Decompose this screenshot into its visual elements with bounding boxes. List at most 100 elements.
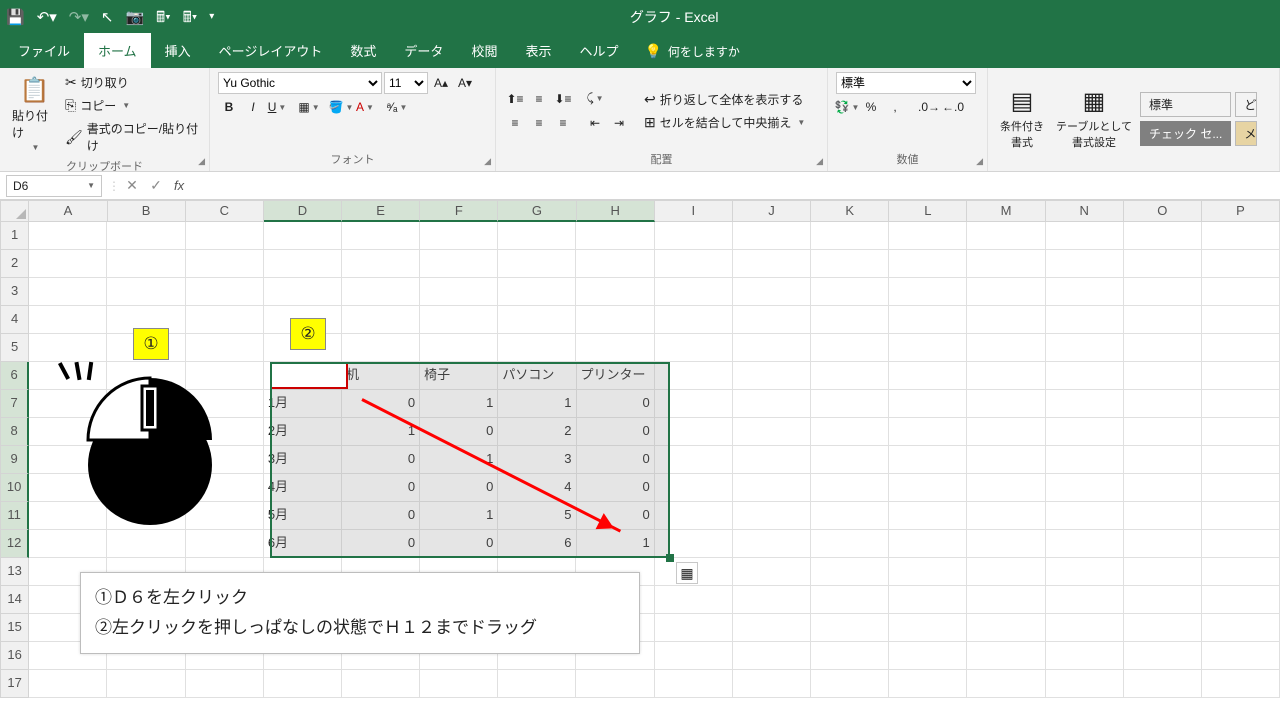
cell-H3[interactable]: [576, 278, 654, 306]
cell-O1[interactable]: [1124, 222, 1202, 250]
format-as-table-button[interactable]: ▦テーブルとして 書式設定: [1052, 85, 1136, 152]
cell-O7[interactable]: [1124, 390, 1202, 418]
cell-I15[interactable]: [655, 614, 733, 642]
cell-B2[interactable]: [107, 250, 185, 278]
cell-P9[interactable]: [1202, 446, 1280, 474]
fill-handle[interactable]: [666, 554, 674, 562]
cell-N14[interactable]: [1046, 586, 1124, 614]
col-header-D[interactable]: D: [264, 200, 342, 222]
cell-P5[interactable]: [1202, 334, 1280, 362]
cell-F4[interactable]: [420, 306, 498, 334]
cell-O15[interactable]: [1124, 614, 1202, 642]
cell-B1[interactable]: [107, 222, 185, 250]
row-header-2[interactable]: 2: [0, 250, 29, 278]
cell-H10[interactable]: 0: [577, 474, 655, 502]
cell-E1[interactable]: [342, 222, 420, 250]
cell-M4[interactable]: [967, 306, 1045, 334]
cell-N7[interactable]: [1046, 390, 1124, 418]
fx-icon[interactable]: fx: [168, 178, 190, 193]
cell-M14[interactable]: [967, 586, 1045, 614]
comma-icon[interactable]: ,: [884, 96, 906, 118]
cell-P14[interactable]: [1202, 586, 1280, 614]
cell-N15[interactable]: [1046, 614, 1124, 642]
cell-D10[interactable]: 4月: [264, 474, 342, 502]
font-name-select[interactable]: Yu Gothic: [218, 72, 382, 94]
cell-C12[interactable]: [186, 530, 264, 558]
cell-F8[interactable]: 0: [420, 418, 498, 446]
col-header-H[interactable]: H: [577, 200, 655, 222]
cell-G8[interactable]: 2: [498, 418, 576, 446]
cell-K6[interactable]: [811, 362, 889, 390]
cell-E12[interactable]: 0: [342, 530, 420, 558]
cell-O14[interactable]: [1124, 586, 1202, 614]
cell-L9[interactable]: [889, 446, 967, 474]
cell-I16[interactable]: [655, 642, 733, 670]
cell-N11[interactable]: [1046, 502, 1124, 530]
row-header-13[interactable]: 13: [0, 558, 29, 586]
cell-P1[interactable]: [1202, 222, 1280, 250]
cell-F10[interactable]: 0: [420, 474, 498, 502]
tab-formulas[interactable]: 数式: [336, 33, 390, 68]
cell-C5[interactable]: [186, 334, 264, 362]
cell-H9[interactable]: 0: [577, 446, 655, 474]
cell-L2[interactable]: [889, 250, 967, 278]
cell-G11[interactable]: 5: [498, 502, 576, 530]
cancel-formula-icon[interactable]: ✕: [120, 177, 144, 194]
cell-N4[interactable]: [1046, 306, 1124, 334]
cell-L4[interactable]: [889, 306, 967, 334]
bold-button[interactable]: B: [218, 96, 240, 118]
font-color-button[interactable]: A▼: [354, 96, 376, 118]
cell-J16[interactable]: [733, 642, 811, 670]
cell-F12[interactable]: 0: [420, 530, 498, 558]
cell-K17[interactable]: [811, 670, 889, 698]
style-normal[interactable]: 標準: [1140, 92, 1231, 117]
cell-G1[interactable]: [498, 222, 576, 250]
indent-dec-icon[interactable]: ⇤: [584, 112, 606, 134]
col-header-M[interactable]: M: [967, 200, 1045, 222]
cell-M9[interactable]: [967, 446, 1045, 474]
calc2-icon[interactable]: 🖩▾: [183, 10, 198, 25]
format-painter-button[interactable]: 🖌書式のコピー/貼り付け: [65, 118, 201, 156]
cell-C3[interactable]: [186, 278, 264, 306]
cell-K7[interactable]: [811, 390, 889, 418]
cell-N10[interactable]: [1046, 474, 1124, 502]
cell-N2[interactable]: [1046, 250, 1124, 278]
cell-L7[interactable]: [889, 390, 967, 418]
copy-button[interactable]: ⎘コピー▼: [65, 95, 201, 116]
undo-icon[interactable]: ↶▾: [37, 10, 57, 25]
col-header-N[interactable]: N: [1046, 200, 1124, 222]
cell-K16[interactable]: [811, 642, 889, 670]
col-header-L[interactable]: L: [889, 200, 967, 222]
phonetic-button[interactable]: ᵃ⁄ₐ▼: [386, 96, 408, 118]
cell-N17[interactable]: [1046, 670, 1124, 698]
row-header-12[interactable]: 12: [0, 530, 29, 558]
cell-E2[interactable]: [342, 250, 420, 278]
cell-O10[interactable]: [1124, 474, 1202, 502]
cell-G9[interactable]: 3: [498, 446, 576, 474]
cell-J17[interactable]: [733, 670, 811, 698]
dec-decimal-icon[interactable]: ←.0: [942, 96, 964, 118]
cell-M11[interactable]: [967, 502, 1045, 530]
wrap-text-button[interactable]: ↩折り返して全体を表示する: [644, 89, 805, 110]
cell-L13[interactable]: [889, 558, 967, 586]
italic-button[interactable]: I: [242, 96, 264, 118]
cell-J3[interactable]: [733, 278, 811, 306]
cell-J8[interactable]: [733, 418, 811, 446]
cell-M8[interactable]: [967, 418, 1045, 446]
fill-color-button[interactable]: 🪣▼: [330, 96, 352, 118]
cell-H5[interactable]: [576, 334, 654, 362]
select-all-button[interactable]: [0, 200, 29, 222]
cell-J9[interactable]: [733, 446, 811, 474]
cell-G2[interactable]: [498, 250, 576, 278]
row-header-4[interactable]: 4: [0, 306, 29, 334]
cell-H4[interactable]: [576, 306, 654, 334]
cell-O6[interactable]: [1124, 362, 1202, 390]
cell-N8[interactable]: [1046, 418, 1124, 446]
underline-button[interactable]: U▼: [266, 96, 288, 118]
cell-I11[interactable]: [655, 502, 733, 530]
cell-O16[interactable]: [1124, 642, 1202, 670]
style-more[interactable]: ど: [1235, 92, 1257, 117]
cell-J14[interactable]: [733, 586, 811, 614]
cell-L6[interactable]: [889, 362, 967, 390]
cell-J7[interactable]: [733, 390, 811, 418]
